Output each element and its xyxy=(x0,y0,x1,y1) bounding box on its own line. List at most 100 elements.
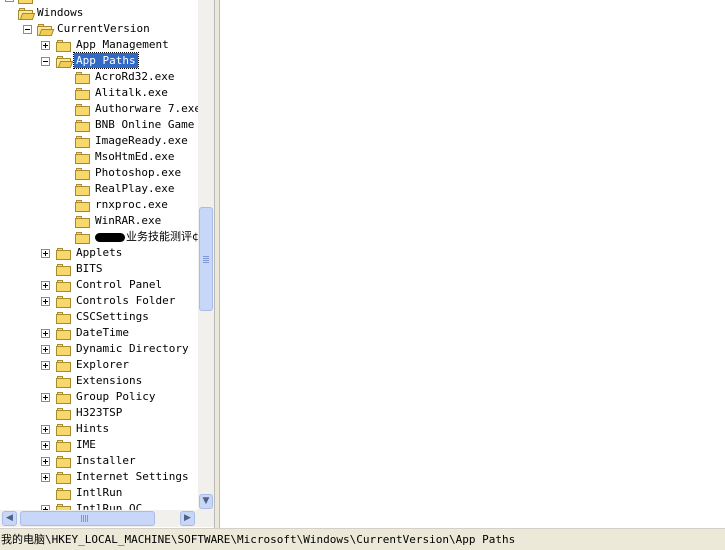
tree-node-label[interactable]: Web Service Providers xyxy=(35,0,178,4)
scroll-right-button[interactable]: ▶ xyxy=(180,511,195,526)
tree-node-label[interactable]: App Paths xyxy=(73,52,139,69)
tree-node[interactable]: App Management xyxy=(0,37,198,53)
tree-node-label[interactable]: IntlRun xyxy=(74,485,124,500)
folder-icon xyxy=(56,392,72,404)
registry-tree-pane[interactable]: Web Service ProvidersWindowsCurrentVersi… xyxy=(0,0,215,528)
tree-node-label[interactable]: Explorer xyxy=(74,357,131,372)
tree-node-label[interactable]: WinRAR.exe xyxy=(93,213,163,228)
tree-node-label[interactable]: Group Policy xyxy=(74,389,157,404)
tree-node-label[interactable]: Dynamic Directory xyxy=(74,341,191,356)
tree-node-label[interactable]: H323TSP xyxy=(74,405,124,420)
tree-node[interactable]: Authorware 7.exe xyxy=(0,101,198,117)
collapse-minus-icon[interactable] xyxy=(41,57,50,66)
expand-plus-icon[interactable] xyxy=(41,441,50,450)
expand-plus-icon[interactable] xyxy=(41,393,50,402)
tree-node[interactable]: Explorer xyxy=(0,357,198,373)
tree-node[interactable]: Hints xyxy=(0,421,198,437)
tree-node-label[interactable]: MsoHtmEd.exe xyxy=(93,149,176,164)
tree-node[interactable]: WinRAR.exe xyxy=(0,213,198,229)
folder-icon xyxy=(75,72,91,84)
expand-plus-icon[interactable] xyxy=(41,329,50,338)
folder-icon xyxy=(56,440,72,452)
expand-plus-icon[interactable] xyxy=(41,425,50,434)
tree-node[interactable]: Windows xyxy=(0,5,198,21)
tree-node[interactable]: Internet Settings xyxy=(0,469,198,485)
horizontal-scroll-thumb[interactable] xyxy=(20,511,155,526)
scroll-down-button[interactable]: ▼ xyxy=(199,494,213,509)
tree-node-label[interactable]: Internet Settings xyxy=(74,469,191,484)
tree-node[interactable]: AcroRd32.exe xyxy=(0,69,198,85)
expand-plus-icon[interactable] xyxy=(41,473,50,482)
tree-node-label[interactable]: 业务技能测评¢ xyxy=(93,229,198,244)
tree-node[interactable]: CurrentVersion xyxy=(0,21,198,37)
tree-node[interactable]: IME xyxy=(0,437,198,453)
tree-node-label[interactable]: Extensions xyxy=(74,373,144,388)
expand-plus-icon[interactable] xyxy=(41,249,50,258)
expand-plus-icon[interactable] xyxy=(41,457,50,466)
tree-node[interactable]: Extensions xyxy=(0,373,198,389)
tree-node-label[interactable]: BNB Online Game xyxy=(93,117,196,132)
tree-node[interactable]: Controls Folder xyxy=(0,293,198,309)
tree-node[interactable]: rnxproc.exe xyxy=(0,197,198,213)
tree-node[interactable]: BITS xyxy=(0,261,198,277)
tree-node-label[interactable]: BITS xyxy=(74,261,105,276)
tree-node-label[interactable]: App Management xyxy=(74,37,171,52)
tree-node-label[interactable]: Applets xyxy=(74,245,124,260)
tree-node[interactable]: Photoshop.exe xyxy=(0,165,198,181)
tree-node[interactable]: 业务技能测评¢ xyxy=(0,229,198,245)
grip-icon xyxy=(81,515,89,522)
tree-node[interactable]: CSCSettings xyxy=(0,309,198,325)
expand-plus-icon[interactable] xyxy=(5,0,14,2)
tree-node-label[interactable]: IntlRun.OC xyxy=(74,501,144,510)
expand-plus-icon[interactable] xyxy=(41,345,50,354)
tree-node[interactable]: RealPlay.exe xyxy=(0,181,198,197)
tree-node[interactable]: Dynamic Directory xyxy=(0,341,198,357)
tree-node[interactable]: H323TSP xyxy=(0,405,198,421)
tree-node-label[interactable]: Authorware 7.exe xyxy=(93,101,198,116)
expand-plus-icon[interactable] xyxy=(41,297,50,306)
tree-node[interactable]: IntlRun.OC xyxy=(0,501,198,510)
tree-node[interactable]: BNB Online Game xyxy=(0,117,198,133)
tree-node-label[interactable]: ImageReady.exe xyxy=(93,133,190,148)
tree-node-label[interactable]: Photoshop.exe xyxy=(93,165,183,180)
registry-values-pane[interactable] xyxy=(219,0,725,528)
tree-vertical-scrollbar[interactable]: ▼ xyxy=(198,0,214,510)
tree-node[interactable]: Group Policy xyxy=(0,389,198,405)
arrow-down-icon: ▼ xyxy=(202,496,210,506)
status-path-prefix: 我的电脑 xyxy=(1,533,45,546)
folder-open-icon xyxy=(56,56,74,68)
expand-plus-icon[interactable] xyxy=(41,361,50,370)
scroll-left-button[interactable]: ◀ xyxy=(2,511,17,526)
folder-icon xyxy=(75,88,91,100)
tree-node-label[interactable]: rnxproc.exe xyxy=(93,197,170,212)
collapse-minus-icon[interactable] xyxy=(23,25,32,34)
tree-node[interactable]: Control Panel xyxy=(0,277,198,293)
tree-node-label[interactable]: RealPlay.exe xyxy=(93,181,176,196)
expand-plus-icon[interactable] xyxy=(41,281,50,290)
tree-node-label[interactable]: Hints xyxy=(74,421,111,436)
tree-node-label[interactable]: CurrentVersion xyxy=(55,21,152,36)
status-path: 我的电脑\HKEY_LOCAL_MACHINE\SOFTWARE\Microso… xyxy=(1,533,515,547)
tree-node-label[interactable]: CSCSettings xyxy=(74,309,151,324)
tree-node-label[interactable]: DateTime xyxy=(74,325,131,340)
tree-node-label[interactable]: IME xyxy=(74,437,98,452)
tree-node-label[interactable]: Alitalk.exe xyxy=(93,85,170,100)
tree-node[interactable]: MsoHtmEd.exe xyxy=(0,149,198,165)
tree-node[interactable]: DateTime xyxy=(0,325,198,341)
tree-node-label[interactable]: Controls Folder xyxy=(74,293,177,308)
folder-open-icon xyxy=(37,24,55,36)
tree-node[interactable]: App Paths xyxy=(0,52,198,69)
tree-node-label[interactable]: Windows xyxy=(35,5,85,20)
tree-node-label[interactable]: Installer xyxy=(74,453,138,468)
tree-node-label[interactable]: Control Panel xyxy=(74,277,164,292)
tree-node[interactable]: IntlRun xyxy=(0,485,198,501)
tree-node[interactable]: ImageReady.exe xyxy=(0,133,198,149)
tree-node[interactable]: Alitalk.exe xyxy=(0,85,198,101)
tree-node[interactable]: Applets xyxy=(0,245,198,261)
grip-icon xyxy=(203,256,209,263)
tree-horizontal-scrollbar[interactable]: ◀ ▶ xyxy=(0,510,198,527)
tree-node-label[interactable]: AcroRd32.exe xyxy=(93,69,176,84)
tree-node[interactable]: Installer xyxy=(0,453,198,469)
expand-plus-icon[interactable] xyxy=(41,41,50,50)
vertical-scroll-thumb[interactable] xyxy=(199,207,213,311)
